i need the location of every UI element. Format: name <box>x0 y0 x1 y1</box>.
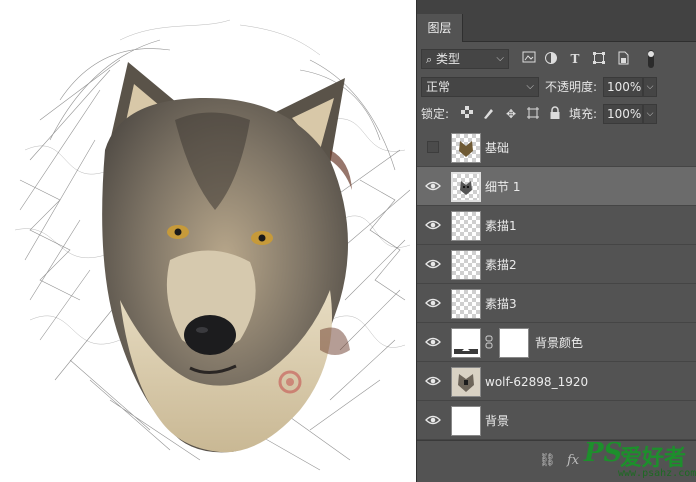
lock-artboard-icon[interactable] <box>525 106 541 122</box>
layer-thumbnail <box>451 250 481 280</box>
adjustment-filter-icon[interactable] <box>543 51 559 67</box>
layer-name: 细节 1 <box>485 180 521 194</box>
layer-row[interactable]: 素描2 <box>417 245 696 284</box>
layer-thumbnail <box>451 289 481 319</box>
layer-row[interactable]: 背景颜色 <box>417 323 696 362</box>
lock-position-icon[interactable]: ✥ <box>503 106 519 122</box>
tab-layers[interactable]: 图层 <box>417 14 463 42</box>
filter-toggle-icon[interactable] <box>643 49 659 68</box>
lock-row: 锁定: ✥ 填充: 100% ⌵ <box>417 103 696 125</box>
eye-icon[interactable] <box>425 218 441 232</box>
pixel-layer-filter-icon[interactable] <box>521 51 537 67</box>
smart-object-filter-icon[interactable] <box>615 51 631 67</box>
watermark-url: www.psahz.com <box>618 468 696 479</box>
layers-panel: 图层 ⌕ 类型 ⌵ T 正常 ⌵ 不透明度: 100% ⌵ 锁定: ✥ 填充: … <box>416 0 696 482</box>
watermark-ps-text: PS <box>584 438 623 468</box>
filter-row: ⌕ 类型 ⌵ T <box>417 48 696 70</box>
opacity-label: 不透明度: <box>545 80 598 94</box>
layer-thumbnail <box>451 367 481 397</box>
panel-tabbar: 图层 <box>417 10 696 42</box>
layer-row[interactable]: 背景 <box>417 401 696 440</box>
wolf-sketch-artwork <box>14 19 411 471</box>
layer-mask-thumbnail[interactable] <box>499 328 529 358</box>
chain-link-icon[interactable] <box>485 335 495 349</box>
layers-list: 基础 细节 1 素描1 素描2 素描3 背景颜色 wolf-62898_1920… <box>417 128 696 440</box>
layer-name: 背景 <box>485 414 510 428</box>
filter-kind-label: 类型 <box>436 52 461 66</box>
layer-thumbnail <box>451 406 481 436</box>
eye-icon[interactable] <box>425 296 441 310</box>
lock-label: 锁定: <box>421 107 450 121</box>
layer-name: 基础 <box>485 141 510 155</box>
blend-row: 正常 ⌵ 不透明度: 100% ⌵ <box>417 76 696 98</box>
opacity-slider-toggle[interactable]: ⌵ <box>643 77 657 97</box>
layer-row[interactable]: 素描1 <box>417 206 696 245</box>
eye-icon[interactable] <box>425 374 441 388</box>
layer-name: 背景颜色 <box>535 336 584 350</box>
fill-layer-thumbnail <box>451 328 481 358</box>
eye-icon[interactable] <box>425 335 441 349</box>
watermark-logo: PS 爱好者 www.psahz.com <box>580 438 696 482</box>
chevron-down-icon: ⌵ <box>526 81 534 92</box>
panel-top-strip <box>417 0 696 10</box>
eye-icon[interactable] <box>425 413 441 427</box>
layer-thumbnail <box>451 211 481 241</box>
fx-icon[interactable]: fx <box>567 453 579 468</box>
layer-thumbnail <box>451 172 481 202</box>
fill-input[interactable]: 100% <box>603 104 643 124</box>
eye-icon[interactable] <box>425 179 441 193</box>
filter-kind-dropdown[interactable]: ⌕ 类型 ⌵ <box>421 49 509 69</box>
layer-name: 素描1 <box>485 219 517 233</box>
layer-row-selected[interactable]: 细节 1 <box>417 167 696 206</box>
lock-all-icon[interactable] <box>547 106 563 122</box>
blend-mode-dropdown[interactable]: 正常 ⌵ <box>421 77 539 97</box>
eye-icon[interactable] <box>425 257 441 271</box>
lock-transparent-pixels-icon[interactable] <box>459 106 475 122</box>
type-filter-icon[interactable]: T <box>567 51 583 67</box>
document-canvas[interactable] <box>0 0 416 482</box>
shape-filter-icon[interactable] <box>591 51 607 67</box>
opacity-input[interactable]: 100% <box>603 77 643 97</box>
lock-image-pixels-icon[interactable] <box>481 106 497 122</box>
layer-row[interactable]: wolf-62898_1920 <box>417 362 696 401</box>
layer-row[interactable]: 基础 <box>417 128 696 167</box>
layer-name: 素描3 <box>485 297 517 311</box>
fill-label: 填充: <box>569 107 598 121</box>
chevron-down-icon: ⌵ <box>496 53 504 64</box>
layer-name: 素描2 <box>485 258 517 272</box>
layer-thumbnail <box>451 133 481 163</box>
fill-slider-toggle[interactable]: ⌵ <box>643 104 657 124</box>
visibility-toggle-off[interactable] <box>427 141 439 153</box>
layer-row[interactable]: 素描3 <box>417 284 696 323</box>
blend-mode-value: 正常 <box>426 80 451 94</box>
layer-name: wolf-62898_1920 <box>485 375 589 389</box>
search-icon: ⌕ <box>426 53 433 66</box>
link-icon[interactable]: ⛓ <box>539 453 556 468</box>
